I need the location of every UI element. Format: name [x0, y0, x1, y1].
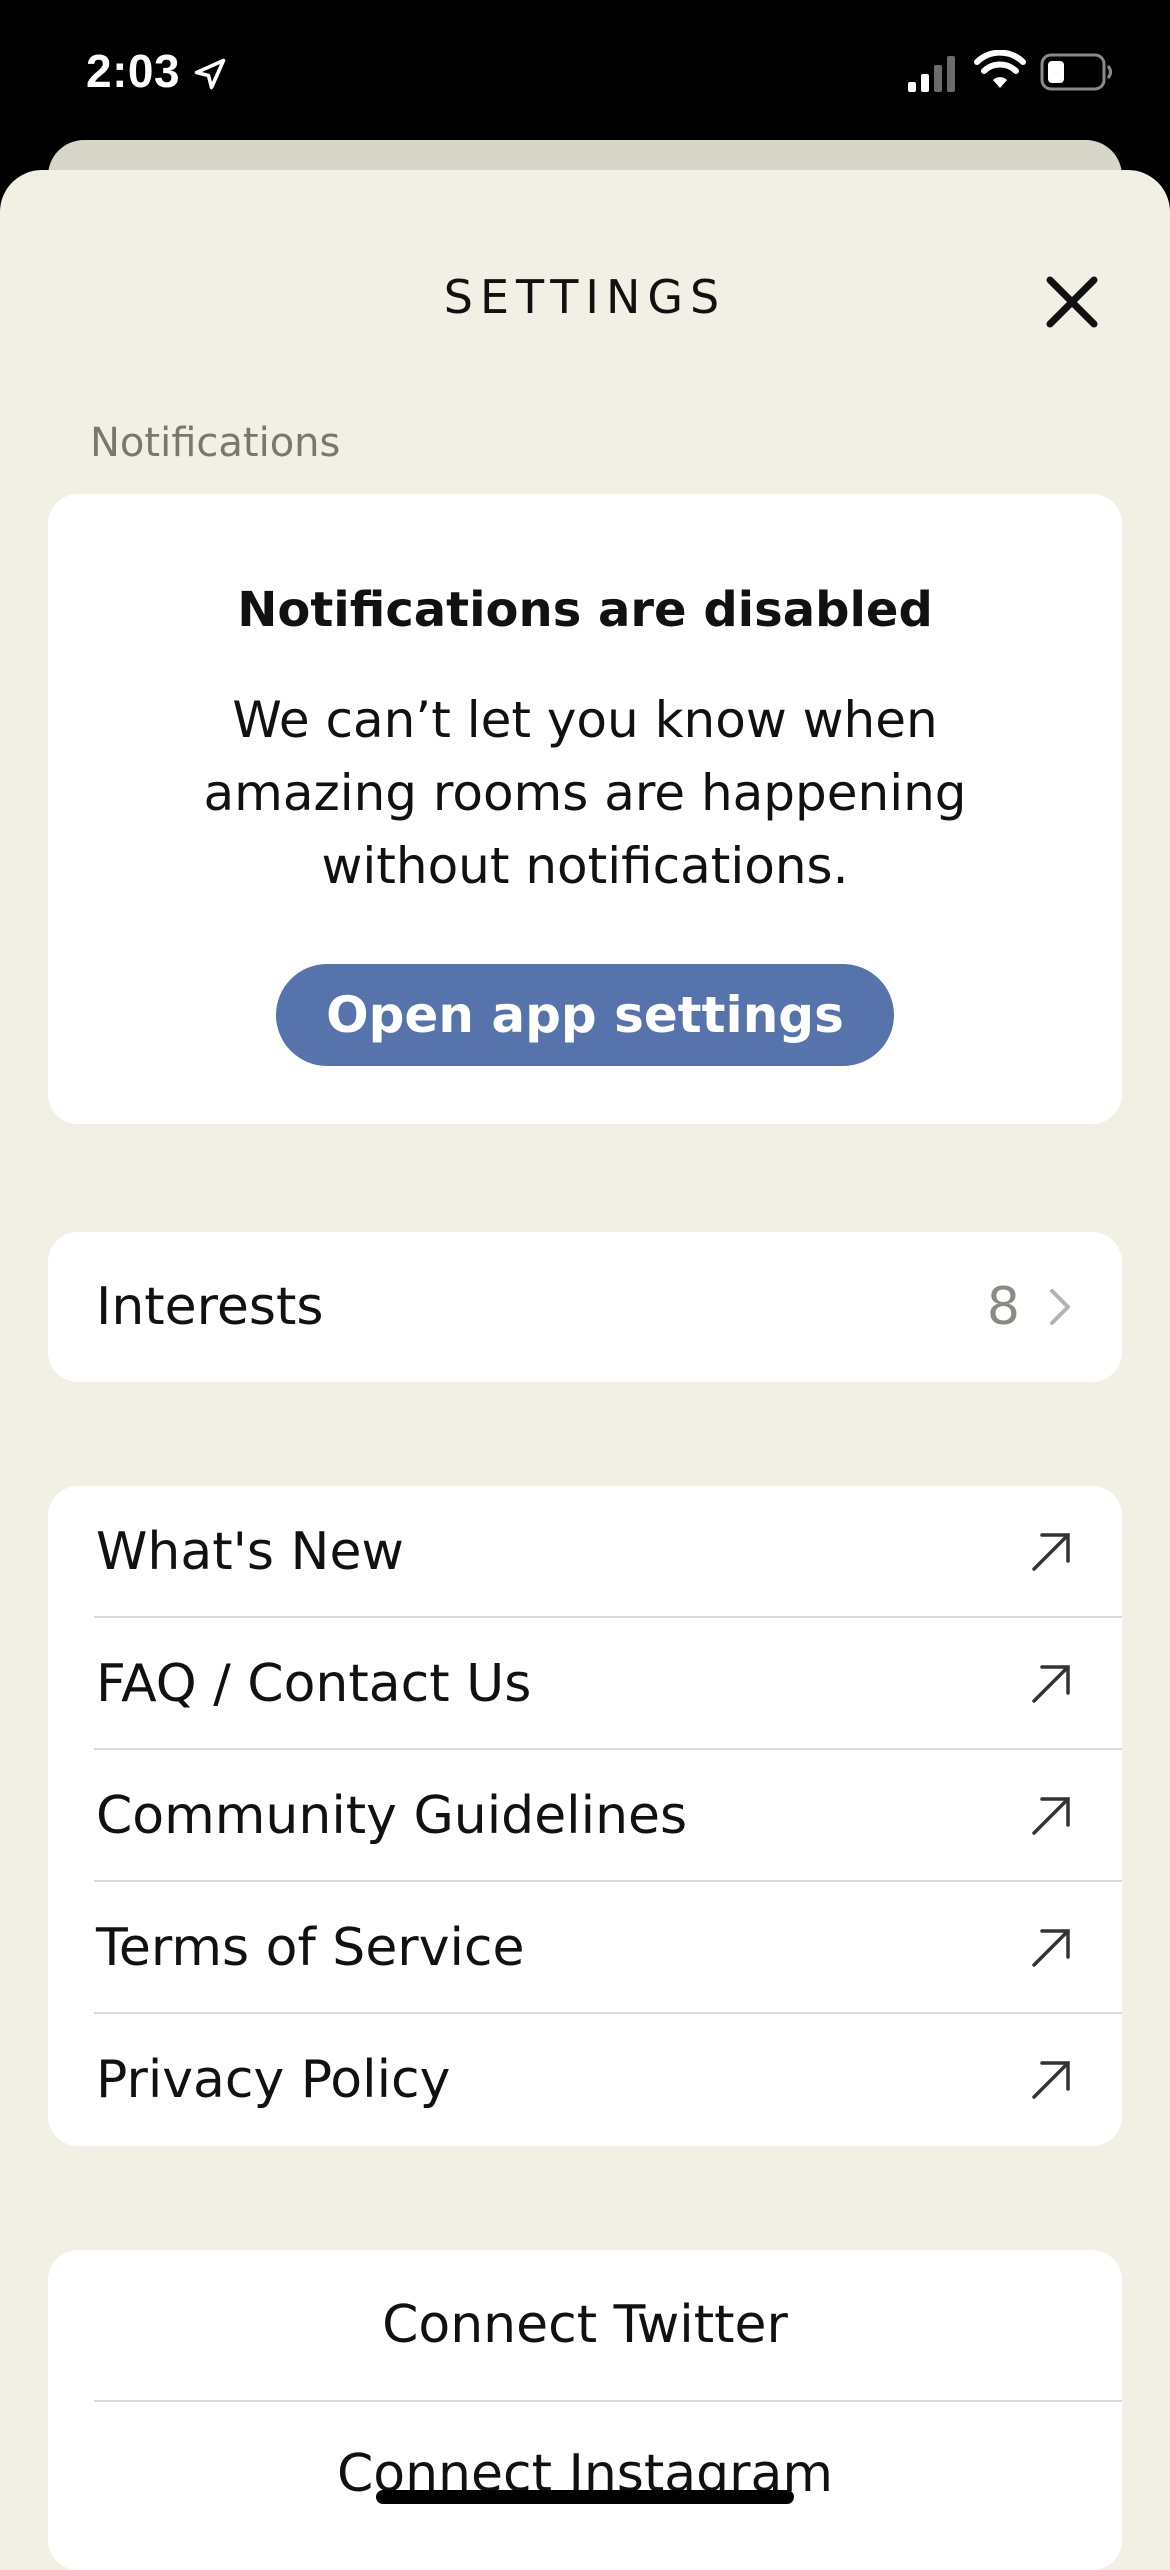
link-row-community-guidelines[interactable]: Community Guidelines	[48, 1750, 1122, 1882]
page-title: SETTINGS	[443, 270, 727, 324]
external-link-arrow-icon	[1032, 1665, 1070, 1703]
link-label: Community Guidelines	[96, 1786, 688, 1846]
notifications-body: We can’t let you know when amazing rooms…	[203, 691, 967, 895]
link-row-privacy-policy[interactable]: Privacy Policy	[48, 2014, 1122, 2146]
chevron-right-icon	[1050, 1289, 1070, 1325]
link-row-faq-contact[interactable]: FAQ / Contact Us	[48, 1618, 1122, 1750]
home-indicator	[376, 2490, 794, 2504]
wifi-icon	[974, 50, 1026, 88]
link-row-terms-of-service[interactable]: Terms of Service	[48, 1882, 1122, 2014]
signal-icon	[908, 56, 955, 92]
link-row-whats-new[interactable]: What's New	[48, 1486, 1122, 1618]
notifications-card: Notifications are disabled We can’t let …	[48, 494, 1122, 1124]
social-card: Connect Twitter Connect Instagram	[48, 2250, 1122, 2570]
open-app-settings-button[interactable]: Open app settings	[276, 964, 894, 1066]
close-icon[interactable]	[1036, 266, 1108, 338]
interests-card[interactable]: Interests 8	[48, 1232, 1122, 1382]
battery-icon	[1040, 53, 1112, 91]
external-link-arrow-icon	[1032, 1929, 1070, 1967]
external-link-arrow-icon	[1032, 1797, 1070, 1835]
section-label-notifications: Notifications	[90, 420, 341, 466]
interests-count: 8	[986, 1277, 1020, 1337]
connect-twitter-button[interactable]: Connect Twitter	[48, 2250, 1122, 2400]
status-bar: 2:03	[0, 0, 1170, 150]
interests-row[interactable]: Interests 8	[48, 1232, 1122, 1382]
link-label: FAQ / Contact Us	[96, 1654, 532, 1714]
status-time: 2:03	[86, 45, 181, 97]
connect-instagram-button[interactable]: Connect Instagram	[48, 2400, 1122, 2550]
link-label: Terms of Service	[96, 1918, 525, 1978]
external-link-arrow-icon	[1032, 1533, 1070, 1571]
location-arrow-icon	[194, 58, 226, 90]
interests-label: Interests	[96, 1277, 324, 1337]
link-label: Privacy Policy	[96, 2050, 451, 2110]
links-card: What's New FAQ / Contact Us Community Gu…	[48, 1486, 1122, 2146]
notifications-title: Notifications are disabled	[237, 582, 933, 638]
settings-sheet: SETTINGS Notifications Notifications are…	[0, 170, 1170, 2570]
external-link-arrow-icon	[1032, 2061, 1070, 2099]
link-label: What's New	[96, 1522, 404, 1582]
